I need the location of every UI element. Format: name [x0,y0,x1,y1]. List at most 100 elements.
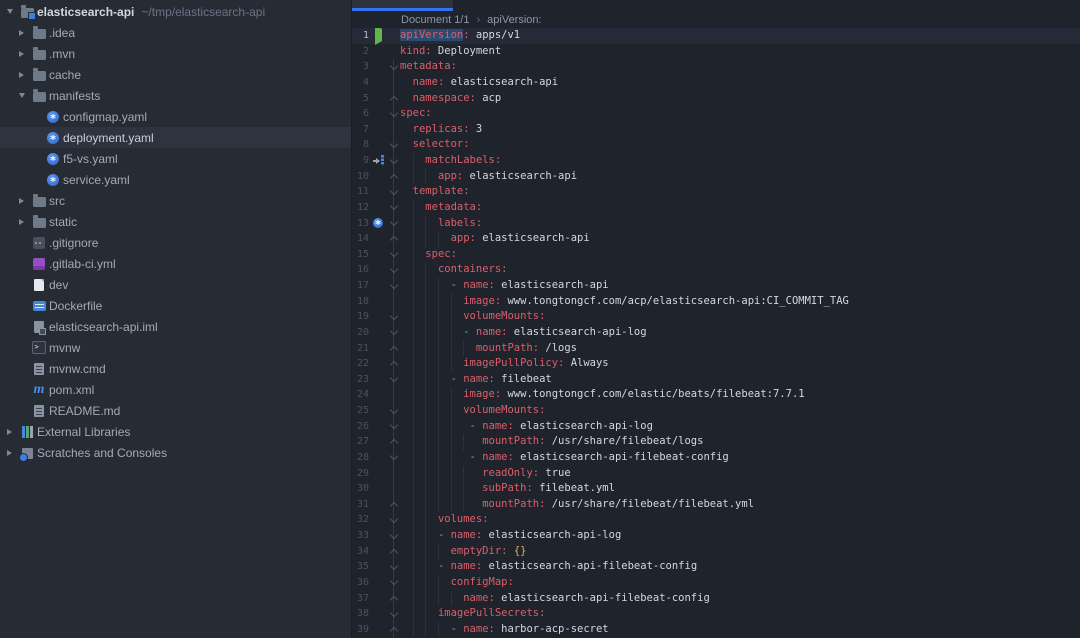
code-area[interactable]: 1 apiVersion: apps/v1 2 kind: Deployment 3 me… [352,28,1080,638]
expand-arrow-icon[interactable] [19,29,31,36]
fold-toggle[interactable] [387,544,400,560]
line-number[interactable]: 27 [352,434,369,450]
line-number[interactable]: 25 [352,403,369,419]
line-number[interactable]: 3 [352,59,369,75]
tree-item-mvnw-cmd[interactable]: mvnw.cmd [0,358,351,379]
code-line-20[interactable]: 20 - name: elasticsearch-api-log [352,324,1080,341]
fold-toggle[interactable] [387,325,400,341]
line-number[interactable]: 13 [352,216,369,232]
fold-toggle[interactable] [387,512,400,528]
tree-item-scratches-and-consoles[interactable]: Scratches and Consoles [0,442,351,463]
code-line-36[interactable]: 36 configMap: [352,574,1080,591]
breadcrumb-item[interactable]: Document 1/1 [401,14,469,26]
expand-arrow-icon[interactable] [7,428,19,435]
navigate-to-labels-icon[interactable] [372,155,384,167]
fold-toggle[interactable] [387,59,400,75]
line-number[interactable]: 26 [352,419,369,435]
line-number[interactable]: 34 [352,544,369,560]
code-line-4[interactable]: 4 name: elasticsearch-api [352,75,1080,91]
tree-item-idea[interactable]: .idea [0,22,351,43]
code-line-27[interactable]: 27 mountPath: /usr/share/filebeat/logs [352,434,1080,450]
fold-toggle[interactable] [387,481,400,497]
tree-item-pom-xml[interactable]: m pom.xml [0,379,351,400]
tree-item-manifests[interactable]: manifests [0,85,351,106]
line-number[interactable]: 39 [352,622,369,638]
line-number[interactable]: 16 [352,262,369,278]
code-line-25[interactable]: 25 volumeMounts: [352,403,1080,419]
fold-toggle[interactable] [387,169,400,185]
code-line-21[interactable]: 21 mountPath: /logs [352,340,1080,357]
fold-toggle[interactable] [387,122,400,138]
code-line-9[interactable]: 9 matchLabels: [352,153,1080,169]
line-number[interactable]: 35 [352,559,369,575]
expand-arrow-icon[interactable] [19,197,31,204]
tree-item-elasticsearch-api-iml[interactable]: elasticsearch-api.iml [0,316,351,337]
line-number[interactable]: 21 [352,341,369,357]
code-line-12[interactable]: 12 metadata: [352,199,1080,216]
code-line-11[interactable]: 11 template: [352,184,1080,200]
fold-toggle[interactable] [387,278,400,294]
tree-item-elasticsearch-api[interactable]: elasticsearch-api ~/tmp/elasticsearch-api [0,1,351,22]
tree-item-gitignore[interactable]: .gitignore [0,232,351,253]
fold-toggle[interactable] [387,309,400,325]
fold-toggle[interactable] [387,75,400,91]
line-number[interactable]: 37 [352,591,369,607]
tree-item-dev[interactable]: dev [0,274,351,295]
line-number[interactable]: 14 [352,231,369,247]
fold-toggle[interactable] [387,372,400,388]
fold-toggle[interactable] [387,497,400,513]
fold-toggle[interactable] [387,387,400,403]
tree-item-mvnw[interactable]: mvnw [0,337,351,358]
fold-toggle[interactable] [387,606,400,622]
expand-arrow-icon[interactable] [19,93,31,98]
code-line-23[interactable]: 23 - name: filebeat [352,371,1080,388]
line-number[interactable]: 19 [352,309,369,325]
fold-toggle[interactable] [387,231,400,247]
line-number[interactable]: 32 [352,512,369,528]
tree-item-static[interactable]: static [0,211,351,232]
line-number[interactable]: 5 [352,91,369,107]
code-line-14[interactable]: 14 app: elasticsearch-api [352,231,1080,247]
tree-item-gitlab-ci-yml[interactable]: .gitlab-ci.yml [0,253,351,274]
line-number[interactable]: 28 [352,450,369,466]
line-number[interactable]: 31 [352,497,369,513]
fold-toggle[interactable] [387,559,400,575]
code-line-33[interactable]: 33 - name: elasticsearch-api-log [352,528,1080,544]
code-line-32[interactable]: 32 volumes: [352,512,1080,528]
code-line-29[interactable]: 29 readOnly: true [352,465,1080,482]
code-line-6[interactable]: 6 spec: [352,106,1080,122]
line-number[interactable]: 18 [352,294,369,310]
line-number[interactable]: 22 [352,356,369,372]
code-line-3[interactable]: 3 metadata: [352,59,1080,75]
tree-item-readme-md[interactable]: README.md [0,400,351,421]
code-line-10[interactable]: 10 app: elasticsearch-api [352,168,1080,185]
code-line-1[interactable]: 1 apiVersion: apps/v1 [352,28,1080,45]
fold-toggle[interactable] [387,419,400,435]
tree-item-src[interactable]: src [0,190,351,211]
code-line-5[interactable]: 5 namespace: acp [352,91,1080,107]
code-line-34[interactable]: 34 emptyDir: {} [352,543,1080,560]
line-number[interactable]: 8 [352,137,369,153]
fold-toggle[interactable] [387,216,400,232]
tree-item-configmap-yaml[interactable]: configmap.yaml [0,106,351,127]
fold-toggle[interactable] [387,466,400,482]
editor-tab-active[interactable] [352,0,453,11]
code-line-19[interactable]: 19 volumeMounts: [352,309,1080,325]
fold-toggle[interactable] [387,200,400,216]
code-line-13[interactable]: 13 labels: [352,215,1080,232]
code-line-30[interactable]: 30 subPath: filebeat.yml [352,481,1080,497]
line-number[interactable]: 17 [352,278,369,294]
fold-toggle[interactable] [387,450,400,466]
line-number[interactable]: 1 [352,28,369,44]
fold-toggle[interactable] [387,356,400,372]
line-number[interactable]: 7 [352,122,369,138]
line-number[interactable]: 33 [352,528,369,544]
line-number[interactable]: 11 [352,184,369,200]
tree-item-deployment-yaml[interactable]: deployment.yaml [0,127,351,148]
code-line-31[interactable]: 31 mountPath: /usr/share/filebeat/filebe… [352,496,1080,513]
line-number[interactable]: 15 [352,247,369,263]
tree-item-dockerfile[interactable]: Dockerfile [0,295,351,316]
fold-toggle[interactable] [387,294,400,310]
fold-toggle[interactable] [387,137,400,153]
code-line-35[interactable]: 35 - name: elasticsearch-api-filebeat-co… [352,559,1080,575]
